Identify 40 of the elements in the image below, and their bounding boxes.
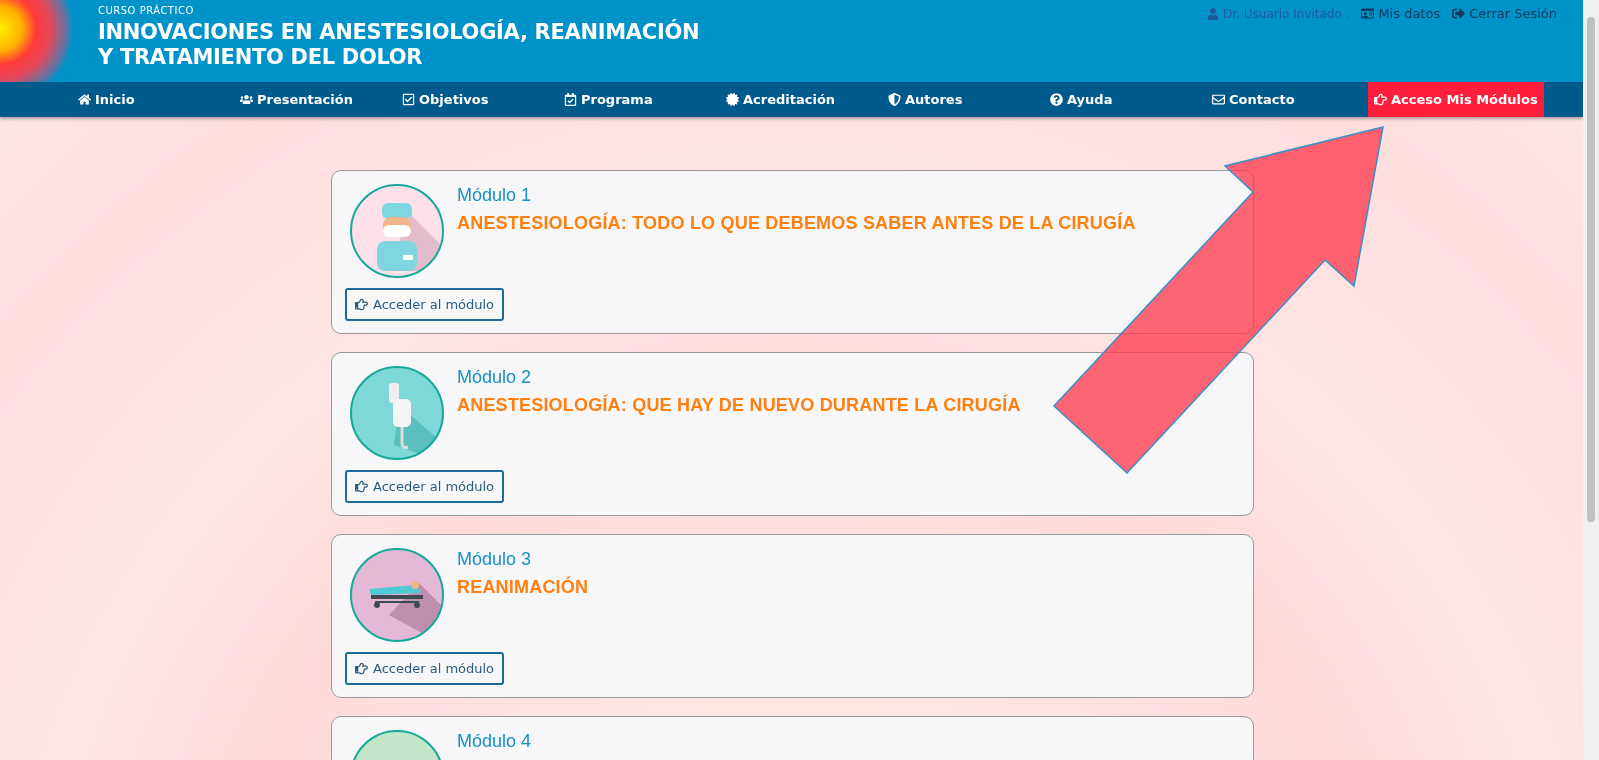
access-module-button[interactable]: Acceder al módulo (345, 470, 505, 503)
users-icon (240, 93, 253, 106)
hand-pointer-icon (355, 662, 368, 675)
module-title: REANIMACIÓN (457, 577, 589, 598)
nav-link[interactable]: Presentación (234, 82, 359, 117)
course-kicker: CURSO PRÁCTICO (98, 5, 195, 16)
module-number: Módulo 2 (457, 367, 533, 388)
certificate-icon (726, 93, 739, 106)
nav-link[interactable]: Inicio (72, 82, 141, 117)
nav-link[interactable]: Contacto (1206, 82, 1301, 117)
scrollbar-thumb[interactable] (1587, 17, 1595, 522)
calendar-icon (564, 93, 577, 106)
home-icon (78, 93, 91, 106)
nav-link[interactable]: Objetivos (396, 82, 495, 117)
course-title: INNOVACIONES EN ANESTESIOLOGÍA, REANIMACIÓN (98, 20, 700, 45)
module-number: Módulo 4 (457, 731, 532, 752)
module-title: ANESTESIOLOGÍA: QUE HAY DE NUEVO DURANTE LA CIRUGÍA (457, 395, 1021, 416)
nav-link[interactable]: Acceso Mis Módulos (1368, 82, 1544, 117)
sun-logo-icon (0, 0, 72, 82)
nav-link[interactable]: Ayuda (1044, 82, 1119, 117)
module-number: Módulo 3 (457, 549, 533, 570)
access-module-button[interactable]: Acceder al módulo (345, 288, 505, 321)
nav-link[interactable]: Autores (882, 82, 969, 117)
nav-link[interactable]: Programa (558, 82, 659, 117)
nav-link[interactable]: Acreditación (720, 82, 842, 117)
module-number: Módulo 1 (457, 185, 533, 206)
profile-icon (1361, 7, 1375, 20)
hand-icon (1374, 93, 1387, 106)
shield-icon (888, 93, 901, 106)
module-title: ANESTESIOLOGÍA: TODO LO QUE DEBEMOS SABER ANTES DE LA CIRUGÍA (457, 213, 1136, 234)
scrollbar[interactable] (1583, 0, 1599, 760)
hand-pointer-icon (355, 480, 368, 493)
hand-pointer-icon (355, 298, 368, 311)
question-icon (1050, 93, 1063, 106)
logout-icon (1452, 7, 1466, 20)
course-title: Y TRATAMIENTO DEL DOLOR (98, 45, 424, 70)
mail-icon (1212, 93, 1225, 106)
check-icon (402, 93, 415, 106)
user-icon (1207, 7, 1220, 20)
access-module-button[interactable]: Acceder al módulo (345, 652, 505, 685)
